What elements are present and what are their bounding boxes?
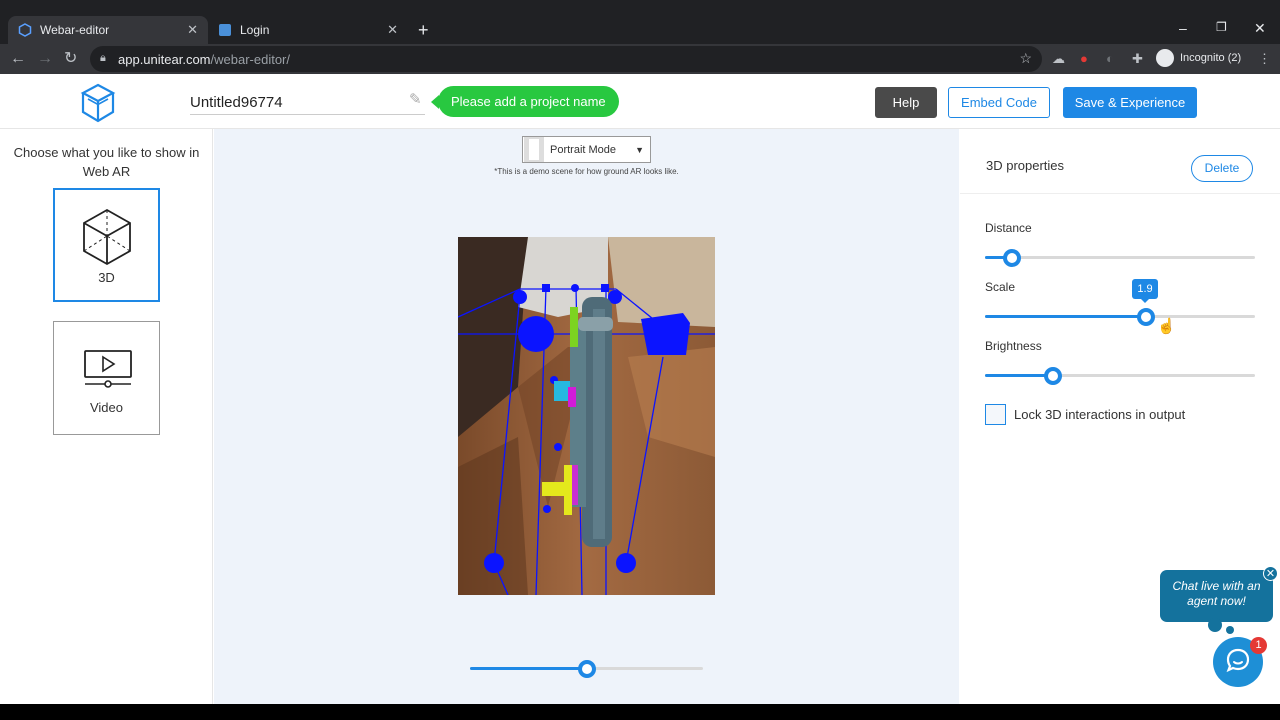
unitear-favicon-icon bbox=[18, 23, 32, 37]
properties-title: 3D properties bbox=[986, 158, 1065, 173]
puzzle-extensions-icon[interactable]: ✚ bbox=[1132, 51, 1143, 67]
chat-prompt-bubble[interactable]: Chat live with an agent now! bbox=[1160, 570, 1273, 622]
more-menu-icon[interactable]: ⋮ bbox=[1258, 51, 1271, 67]
slider-thumb[interactable] bbox=[1043, 367, 1062, 385]
brightness-slider[interactable] bbox=[985, 366, 1255, 386]
tab-close-icon[interactable]: ✕ bbox=[387, 22, 398, 38]
pencil-edit-icon[interactable]: ✎ bbox=[409, 90, 422, 108]
slider-fill bbox=[985, 374, 1053, 377]
option-label: 3D bbox=[98, 270, 115, 285]
app-root: ✎ Please add a project name Help Embed C… bbox=[0, 74, 1280, 704]
panel-title: Choose what you like to show in Web AR bbox=[13, 145, 200, 179]
divider bbox=[960, 193, 1280, 194]
demo-scene-note: *This is a demo scene for how ground AR … bbox=[494, 167, 679, 176]
project-name-input[interactable] bbox=[190, 91, 425, 115]
chevron-down-icon: ▼ bbox=[635, 144, 644, 155]
url-text: app.unitear.com/webar-editor/ bbox=[118, 52, 290, 67]
slider-fill bbox=[985, 315, 1146, 318]
tab-title: Webar-editor bbox=[40, 23, 110, 37]
lock-icon: 🔒︎ bbox=[100, 52, 106, 64]
bookmark-star-icon[interactable]: ☆ bbox=[1019, 50, 1032, 67]
chat-bubble-tail bbox=[1226, 626, 1234, 634]
distance-label: Distance bbox=[985, 221, 1032, 235]
incognito-icon bbox=[1156, 49, 1174, 67]
slider-fill bbox=[470, 667, 587, 670]
reload-icon[interactable]: ↻ bbox=[64, 50, 77, 68]
slider-thumb[interactable] bbox=[1136, 308, 1155, 326]
hand-cursor-icon: ☝ bbox=[1157, 318, 1176, 335]
login-favicon-icon bbox=[218, 23, 232, 37]
tab-webar-editor[interactable]: Webar-editor ✕ bbox=[8, 16, 208, 44]
scale-label: Scale bbox=[985, 280, 1016, 294]
chat-bubble-tail bbox=[1208, 618, 1222, 632]
canvas-zoom-slider[interactable] bbox=[470, 659, 703, 678]
slider-thumb[interactable] bbox=[577, 660, 596, 678]
help-button[interactable]: Help bbox=[875, 87, 937, 118]
extension-shield-icon[interactable]: ● bbox=[1080, 51, 1088, 66]
incognito-profile[interactable]: Incognito (2) bbox=[1156, 49, 1241, 67]
chat-close-icon[interactable]: ✕ bbox=[1263, 566, 1278, 581]
extension-icon[interactable]: ◐ bbox=[1106, 51, 1114, 66]
cube-icon bbox=[81, 208, 133, 271]
slider-thumb[interactable] bbox=[1003, 249, 1021, 267]
option-3d-card[interactable]: 3D bbox=[53, 188, 160, 302]
lock-interactions-checkbox[interactable] bbox=[985, 404, 1006, 425]
content-type-panel: Choose what you like to show in Web AR 3… bbox=[0, 129, 213, 704]
extension-icon[interactable]: ☁ bbox=[1052, 51, 1065, 67]
ar-scene-preview[interactable] bbox=[458, 237, 715, 595]
save-and-experience-button[interactable]: Save & Experience bbox=[1063, 87, 1197, 118]
tab-title: Login bbox=[240, 23, 270, 37]
browser-tab-strip: Webar-editor ✕ Login ✕ + – ❐ ✕ bbox=[0, 0, 1280, 44]
window-close-icon[interactable]: ✕ bbox=[1254, 20, 1266, 37]
chat-notification-badge: 1 bbox=[1250, 637, 1267, 654]
app-header: ✎ Please add a project name Help Embed C… bbox=[0, 74, 1280, 129]
restore-icon[interactable]: ❐ bbox=[1216, 20, 1227, 34]
scene-canvas-area: Portrait Mode ▼ *This is a demo scene fo… bbox=[214, 129, 959, 704]
address-bar[interactable]: 🔒︎ app.unitear.com/webar-editor/ ☆ bbox=[90, 46, 1042, 72]
back-arrow-icon[interactable]: ← bbox=[10, 50, 26, 68]
distance-slider[interactable] bbox=[985, 248, 1255, 268]
minimize-icon[interactable]: – bbox=[1179, 20, 1187, 36]
browser-toolbar: ← → ↻ 🔒︎ app.unitear.com/webar-editor/ ☆… bbox=[0, 44, 1280, 74]
video-icon bbox=[83, 349, 133, 394]
scale-slider[interactable] bbox=[985, 307, 1255, 327]
tab-close-icon[interactable]: ✕ bbox=[187, 22, 198, 38]
scale-value-tooltip: 1.9 bbox=[1132, 279, 1158, 303]
project-name-hint-tooltip: Please add a project name bbox=[431, 86, 619, 117]
delete-button[interactable]: Delete bbox=[1191, 155, 1253, 182]
slider-track bbox=[985, 256, 1255, 259]
embed-code-button[interactable]: Embed Code bbox=[948, 87, 1050, 118]
unitear-logo-icon[interactable] bbox=[80, 82, 116, 129]
lock-interactions-label: Lock 3D interactions in output bbox=[1014, 407, 1186, 422]
portrait-mode-icon bbox=[524, 137, 544, 162]
option-video-card[interactable]: Video bbox=[53, 321, 160, 435]
chat-icon bbox=[1225, 647, 1251, 678]
new-tab-icon[interactable]: + bbox=[418, 20, 429, 41]
forward-arrow-icon[interactable]: → bbox=[37, 50, 53, 68]
tab-login[interactable]: Login ✕ bbox=[208, 16, 408, 44]
brightness-label: Brightness bbox=[985, 339, 1042, 353]
view-mode-select[interactable]: Portrait Mode ▼ bbox=[522, 136, 651, 163]
option-label: Video bbox=[89, 400, 123, 415]
